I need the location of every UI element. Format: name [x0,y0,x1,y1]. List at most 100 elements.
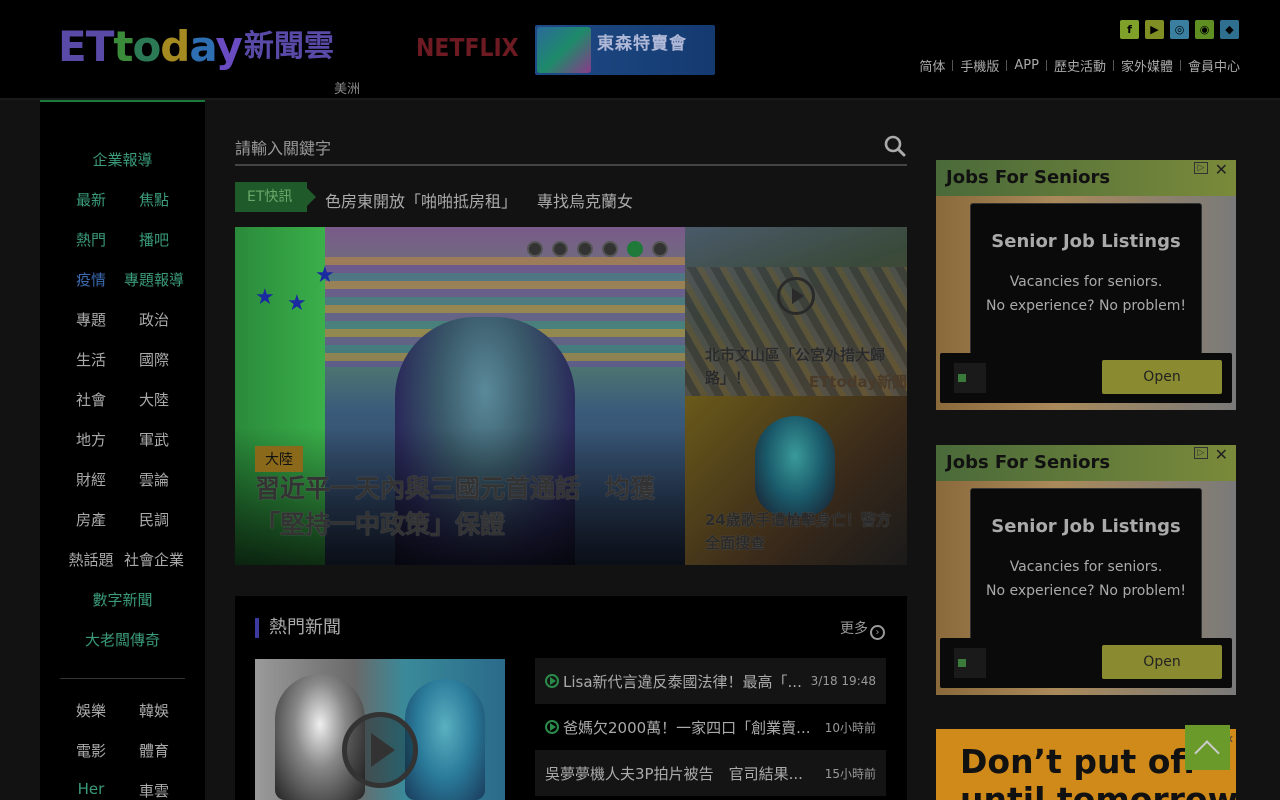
flash-news-item[interactable]: 色房東開放「啪啪抵房租」 [325,192,517,211]
sidebar-item-finance[interactable]: 財經 [59,469,123,490]
carousel-dot[interactable] [552,241,568,257]
sidebar-item-entertainment[interactable]: 娛樂 [59,700,123,721]
sidebar-item-sports[interactable]: 體育 [122,740,186,761]
sidebar-item-local[interactable]: 地方 [59,429,123,450]
adchoices-icon[interactable]: ▷ [1194,162,1208,174]
sidebar-item-pandemic[interactable]: 疫情 [59,269,123,290]
nav-divider [1045,60,1047,71]
hot-news-item[interactable]: Lisa新代言違反泰國法律！最高「... 3/18 19:48 [535,658,886,704]
sidebar-item-korean-ent[interactable]: 韓娛 [122,700,186,721]
social-links: f ▶ ◎ ◉ ◆ [1120,20,1239,39]
sidebar-item-military[interactable]: 軍武 [122,429,186,450]
banner-ad[interactable]: 東森特賣會 [535,25,715,75]
close-icon[interactable]: ✕ [1215,445,1228,464]
sidebar-item-polls[interactable]: 民調 [122,509,186,530]
sidebar-item-car-cloud[interactable]: 車雲 [122,780,186,800]
nav-outdoor-media[interactable]: 家外媒體 [1121,56,1173,75]
carousel-indicators [527,241,668,257]
sidebar-item-hot-topics[interactable]: 熱話題 [59,549,123,570]
facebook-icon[interactable]: f [1120,20,1139,39]
sidebar-ad-1[interactable]: Jobs For Seniors ▷ ✕ Senior Job Listings… [936,160,1236,410]
search-input[interactable] [235,136,855,160]
video-icon [545,674,559,688]
ad-message-box: Senior Job Listings Vacancies for senior… [970,488,1202,640]
top-nav: 简体 手機版 APP 歷史活動 家外媒體 會員中心 [919,56,1240,75]
nav-member-center[interactable]: 會員中心 [1188,56,1240,75]
nav-app[interactable]: APP [1014,58,1039,73]
thumbnail-person-right [405,679,485,800]
flash-news-items: 色房東開放「啪啪抵房租」 專找烏克蘭女 [325,188,653,212]
ettoday-logo[interactable]: ETtoday 新聞雲 [58,22,334,72]
sidebar-item-society[interactable]: 社會 [59,389,123,410]
ad-heading: Senior Job Listings [991,231,1181,252]
nav-mobile[interactable]: 手機版 [960,56,999,75]
more-link-label: 更多 [840,621,868,637]
ad-heading: Senior Job Listings [991,516,1181,537]
carousel-dot[interactable] [577,241,593,257]
hot-news-time: 10小時前 [824,720,876,735]
hot-news-video-thumbnail[interactable] [255,659,505,800]
sidebar-item-topics[interactable]: 專題 [59,309,123,330]
play-icon[interactable] [342,712,418,788]
sidebar-item-her[interactable]: Her [59,780,123,798]
netflix-logo[interactable]: NETFLIX [416,34,519,63]
nav-divider [952,60,954,71]
sidebar-ad-2[interactable]: Jobs For Seniors ▷ ✕ Senior Job Listings… [936,445,1236,695]
sidebar-item-international[interactable]: 國際 [122,349,186,370]
banner-ad-art [537,27,591,73]
side-story-2-caption: 24歲歌手遭槍擊身亡！警方全面搜查 [705,511,891,552]
sidebar-item-movies[interactable]: 電影 [59,740,123,761]
sidebar-item-politics[interactable]: 政治 [122,309,186,330]
sidebar-item-numbers-news[interactable]: 數字新聞 [40,589,205,610]
carousel-dot[interactable] [527,241,543,257]
ad-headline-line: Don’t put off [960,742,1198,781]
sidebar-item-hot[interactable]: 熱門 [59,229,123,250]
carousel-main-slide[interactable]: ★ ★ ★ 大陸 習近平一天內與三國元首通話 均獲「堅持一中政策」保證 [235,227,685,565]
carousel-dot-active[interactable] [627,241,643,257]
hot-news-item[interactable]: 吳夢夢機人夫3P拍片被告 官司結果... 15小時前 [535,750,886,796]
instagram-icon[interactable]: ◎ [1170,20,1189,39]
region-label[interactable]: 美洲 [334,78,360,97]
flash-news-item[interactable]: 專找烏克蘭女 [537,192,633,211]
sidebar-item-mainland[interactable]: 大陸 [122,389,186,410]
ettoday-watermark: ETtoday新聞 [808,373,907,391]
ad-open-button[interactable]: Open [1102,360,1222,394]
headline-carousel: ★ ★ ★ 大陸 習近平一天內與三國元首通話 均獲「堅持一中政策」保證 北市文山… [235,227,907,565]
ad-action-bar: Open [940,638,1232,688]
category-sidebar: 企業報導 最新 焦點 熱門 播吧 疫情 專題報導 專題 政治 生活 國際 社會 … [40,100,205,800]
sidebar-item-corporate[interactable]: 企業報導 [40,149,205,170]
side-story-1[interactable]: 北市文山區「公宮外措大歸路」！ ETtoday新聞 [685,227,907,396]
youtube-icon[interactable]: ▶ [1145,20,1164,39]
side-story-2[interactable]: 24歲歌手遭槍擊身亡！警方全面搜查 [685,396,907,565]
sidebar-item-life[interactable]: 生活 [59,349,123,370]
carousel-dot[interactable] [652,241,668,257]
sidebar-item-social-enterprise[interactable]: 社會企業 [122,549,186,570]
sidebar-item-property[interactable]: 房產 [59,509,123,530]
back-to-top-button[interactable] [1185,725,1230,770]
sidebar-item-podcast[interactable]: 播吧 [122,229,186,250]
hot-news-time: 3/18 19:48 [810,674,876,688]
adchoices-icon[interactable]: ▷ [1194,447,1208,459]
hero-headline[interactable]: 習近平一天內與三國元首通話 均獲「堅持一中政策」保證 [255,471,675,543]
ad-open-button[interactable]: Open [1102,645,1222,679]
line-icon[interactable]: ◆ [1220,20,1239,39]
sidebar-item-focus[interactable]: 焦點 [122,189,186,210]
nav-simplified[interactable]: 简体 [919,56,945,75]
hot-news-item[interactable]: 爸媽欠2000萬！一家四口「創業賣... 10小時前 [535,704,886,750]
ad-line: No experience? No problem! [986,298,1186,314]
sidebar-item-latest[interactable]: 最新 [59,189,123,210]
sidebar-divider [60,678,185,679]
carousel-dot[interactable] [602,241,618,257]
close-icon[interactable]: ✕ [1215,160,1228,179]
nav-history-events[interactable]: 歷史活動 [1054,56,1106,75]
sidebar-item-boss-legends[interactable]: 大老闆傳奇 [40,629,205,650]
search-icon[interactable] [883,134,907,158]
rss-icon[interactable]: ◉ [1195,20,1214,39]
more-link[interactable]: 更多 › [840,618,885,640]
sidebar-item-special-report[interactable]: 專題報導 [122,269,186,290]
play-icon[interactable] [777,277,815,315]
ad-message-box: Senior Job Listings Vacancies for senior… [970,203,1202,355]
sidebar-item-opinion[interactable]: 雲論 [122,469,186,490]
site-header: ETtoday 新聞雲 美洲 NETFLIX 東森特賣會 f ▶ ◎ ◉ ◆ 简… [0,0,1280,100]
banner-ad-text: 東森特賣會 [597,34,687,54]
